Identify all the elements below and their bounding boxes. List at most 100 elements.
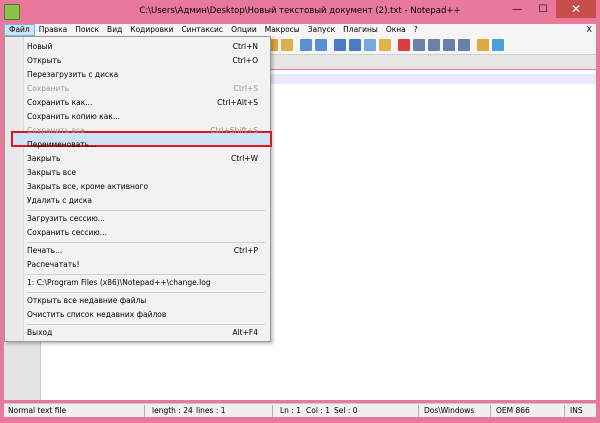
status-ln: Ln : 1 [280,406,301,415]
zoom-in-icon[interactable] [300,39,312,51]
window-controls: — ☐ ✕ [504,0,596,18]
menu-item-exit[interactable]: Выход Alt+F4 [5,326,270,340]
menu-view[interactable]: Вид [103,24,126,36]
menu-options[interactable]: Опции [227,24,261,36]
menu-item-label: Распечатать! [27,260,80,269]
status-eol: Dos\Windows [424,406,475,415]
word-wrap-icon[interactable] [349,39,361,51]
menu-item-label: Печать... [27,246,63,255]
status-sel: Sel : 0 [334,406,358,415]
menu-separator [27,324,265,325]
menu-item-close-all[interactable]: Закрыть все [5,166,270,180]
menu-item-save-session[interactable]: Сохранить сессию... [5,226,270,240]
status-bar: Normal text file length : 24 lines : 1 L… [4,403,596,418]
menu-item-print[interactable]: Печать... Ctrl+P [5,244,270,258]
menu-bar: Файл Правка Поиск Вид Кодировки Синтакси… [4,24,596,36]
zoom-out-icon[interactable] [315,39,327,51]
folder-icon[interactable] [477,39,489,51]
menu-item-shortcut: Ctrl+N [232,42,258,51]
menu-item-new[interactable]: Новый Ctrl+N [5,40,270,54]
menu-item-open-all-recent[interactable]: Открыть все недавние файлы [5,294,270,308]
menu-item-label: Открыть [27,56,62,65]
menu-item-clear-recent[interactable]: Очистить список недавних файлов [5,308,270,322]
stop-macro-icon[interactable] [413,39,425,51]
status-insert-mode: INS [570,406,583,415]
spellcheck-icon[interactable] [492,39,504,51]
sync-scroll-icon[interactable] [334,39,346,51]
menu-item-open[interactable]: Открыть Ctrl+O [5,54,270,68]
menu-edit[interactable]: Правка [35,24,72,36]
save-macro-icon[interactable] [458,39,470,51]
menu-item-shortcut: Alt+F4 [232,328,258,337]
menu-item-label: Переименовать... [27,140,97,149]
menu-item-label: Очистить список недавних файлов [27,310,167,319]
menu-item-label: Сохранить [27,84,70,93]
menu-item-label: Новый [27,42,53,51]
menu-item-label: Закрыть все, кроме активного [27,182,149,191]
menu-item-load-session[interactable]: Загрузить сессию... [5,212,270,226]
menu-plugins[interactable]: Плагины [339,24,382,36]
menu-item-shortcut: Ctrl+S [233,84,258,93]
indent-guide-icon[interactable] [379,39,391,51]
menu-item-label: Выход [27,328,53,337]
menu-item-delete-from-disk[interactable]: Удалить с диска [5,194,270,208]
menu-item-close-all-but-active[interactable]: Закрыть все, кроме активного [5,180,270,194]
menu-item-rename[interactable]: Переименовать... [5,138,270,152]
status-length: length : 24 [152,406,193,415]
menu-item-shortcut: Ctrl+W [230,154,258,163]
minimize-button[interactable]: — [504,0,530,18]
menu-file[interactable]: Файл [4,24,35,36]
status-divider [564,405,565,417]
menu-item-label: Открыть все недавние файлы [27,296,147,305]
menu-item-label: Перезагрузить с диска [27,70,119,79]
menu-separator [27,274,265,275]
title-bar[interactable]: C:\Users\Админ\Desktop\Новый текстовый д… [0,0,600,24]
document-close-button[interactable]: X [587,24,592,36]
menu-encoding[interactable]: Кодировки [126,24,177,36]
menu-item-close[interactable]: Закрыть Ctrl+W [5,152,270,166]
status-encoding: OEM 866 [496,406,530,415]
menu-run[interactable]: Запуск [304,24,339,36]
run-macro-multiple-icon[interactable] [443,39,455,51]
status-divider [418,405,419,417]
replace-icon[interactable] [281,39,293,51]
status-lines: lines : 1 [196,406,226,415]
menu-separator [27,242,265,243]
status-divider [144,405,145,417]
menu-item-save[interactable]: Сохранить Ctrl+S [5,82,270,96]
menu-syntax[interactable]: Синтаксис [177,24,227,36]
maximize-button[interactable]: ☐ [530,0,556,18]
menu-separator [27,210,265,211]
menu-item-save-all[interactable]: Сохранить все Ctrl+Shift+S [5,124,270,138]
close-button[interactable]: ✕ [556,0,596,18]
menu-item-label: Сохранить сессию... [27,228,107,237]
menu-item-shortcut: Ctrl+O [232,56,258,65]
menu-item-shortcut: Ctrl+Shift+S [210,126,258,135]
menu-item-print-now[interactable]: Распечатать! [5,258,270,272]
menu-item-label: Сохранить как... [27,98,93,107]
menu-item-label: Сохранить копию как... [27,112,120,121]
window-frame-bottom [0,417,600,423]
status-divider [272,405,273,417]
menu-windows[interactable]: Окна [382,24,410,36]
menu-item-label: Сохранить все [27,126,85,135]
menu-item-label: Закрыть все [27,168,76,177]
menu-macros[interactable]: Макросы [261,24,304,36]
menu-help[interactable]: ? [410,24,422,36]
menu-item-label: Закрыть [27,154,61,163]
menu-item-label: Удалить с диска [27,196,93,205]
menu-search[interactable]: Поиск [71,24,103,36]
show-all-chars-icon[interactable] [364,39,376,51]
record-macro-icon[interactable] [398,39,410,51]
menu-separator [27,292,265,293]
menu-item-save-copy-as[interactable]: Сохранить копию как... [5,110,270,124]
menu-item-shortcut: Ctrl+Alt+S [217,98,258,107]
play-macro-icon[interactable] [428,39,440,51]
menu-item-shortcut: Ctrl+P [233,246,258,255]
menu-item-reload[interactable]: Перезагрузить с диска [5,68,270,82]
status-col: Col : 1 [306,406,330,415]
status-file-type: Normal text file [8,406,67,415]
menu-item-recent-file[interactable]: 1: C:\Program Files (x86)\Notepad++\chan… [5,276,270,290]
menu-item-save-as[interactable]: Сохранить как... Ctrl+Alt+S [5,96,270,110]
menu-item-label: Загрузить сессию... [27,214,105,223]
